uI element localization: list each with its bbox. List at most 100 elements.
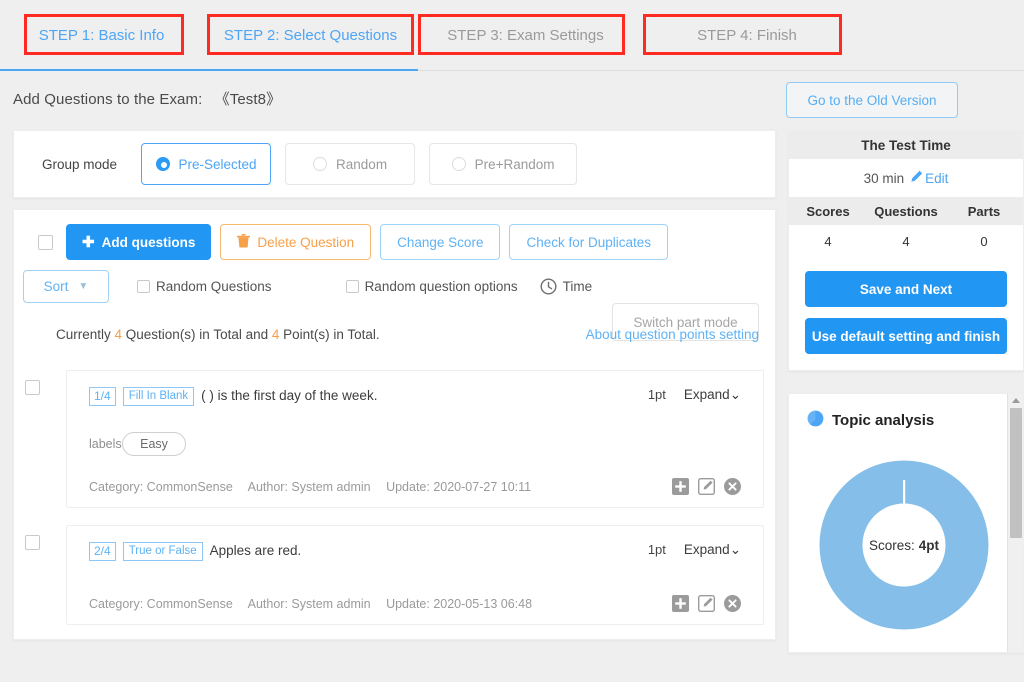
topic-analysis-title: Topic analysis xyxy=(832,412,935,429)
save-and-next-button[interactable]: Save and Next xyxy=(805,271,1007,307)
step-tab-label: STEP 1: Basic Info xyxy=(38,27,165,44)
step-tab-label: STEP 4: Finish xyxy=(697,27,797,44)
step-navigation-bar: STEP 1: Basic Info STEP 2: Select Questi… xyxy=(0,0,1024,72)
plus-icon: ✚ xyxy=(82,234,95,251)
summary-suffix: Point(s) in Total. xyxy=(279,327,380,342)
question-difficulty-pill: Easy xyxy=(122,432,186,456)
stats-value-row: 4 4 0 xyxy=(789,225,1023,257)
time-label: Time xyxy=(562,279,593,294)
question-action-icons xyxy=(672,595,741,612)
stats-header-parts: Parts xyxy=(967,203,1001,219)
random-question-options-checkbox-row[interactable]: Random question options xyxy=(345,279,518,294)
stats-header-row: Scores Questions Parts xyxy=(789,197,1023,225)
scrollbar-thumb[interactable] xyxy=(1010,408,1022,538)
exam-name: 《Test8》 xyxy=(214,91,282,108)
donut-center-text: Scores: xyxy=(868,537,915,553)
left-column: Group mode Pre-Selected Random Pre+Rando… xyxy=(13,130,776,640)
step-tab-exam-settings[interactable]: STEP 3: Exam Settings xyxy=(418,0,633,71)
step-bar-divider xyxy=(418,70,1024,71)
step-tab-label: STEP 2: Select Questions xyxy=(223,27,398,44)
active-step-underline xyxy=(0,69,418,71)
add-icon[interactable] xyxy=(672,478,689,495)
question-meta-row: Category: CommonSense Author: System adm… xyxy=(89,595,741,612)
group-mode-option-label: Random xyxy=(336,156,388,172)
add-questions-label: Add questions xyxy=(101,234,196,250)
random-questions-checkbox[interactable] xyxy=(137,280,150,293)
trash-icon xyxy=(237,233,251,251)
topic-analysis-header: Topic analysis xyxy=(789,394,1023,431)
summary-row: Currently 4 Question(s) in Total and 4 P… xyxy=(14,327,775,342)
random-questions-label: Random Questions xyxy=(156,279,272,294)
use-default-setting-button[interactable]: Use default setting and finish xyxy=(805,318,1007,354)
questions-panel: ✚ Add questions Delete Question Change S… xyxy=(13,209,776,640)
edit-test-time-button[interactable]: Edit xyxy=(910,170,948,186)
question-update: Update: 2020-07-27 10:11 xyxy=(386,479,532,494)
step-tab-select-questions[interactable]: STEP 2: Select Questions xyxy=(203,0,418,71)
sort-dropdown[interactable]: Sort ▼ xyxy=(23,270,109,303)
add-icon[interactable] xyxy=(672,595,689,612)
group-mode-option-random[interactable]: Random xyxy=(285,143,416,185)
donut-center-value: 4pt xyxy=(918,537,940,553)
question-text: ( ) is the first day of the week. xyxy=(201,388,378,403)
question-update: Update: 2020-05-13 06:48 xyxy=(386,596,533,611)
pencil-icon xyxy=(910,170,923,186)
check-for-duplicates-button[interactable]: Check for Duplicates xyxy=(509,224,669,260)
test-time-title: The Test Time xyxy=(789,131,1023,159)
page-title-text: Add Questions to the Exam: xyxy=(13,91,203,108)
question-labels-prefix: labels: xyxy=(89,437,126,451)
select-all-checkbox[interactable] xyxy=(38,234,53,250)
close-icon[interactable] xyxy=(724,595,741,612)
question-action-icons xyxy=(672,478,741,495)
change-score-button[interactable]: Change Score xyxy=(380,224,501,260)
question-text: Apples are red. xyxy=(209,543,302,558)
question-row: 1/4 Fill In Blank ( ) is the first day o… xyxy=(14,370,775,508)
delete-question-button[interactable]: Delete Question xyxy=(220,224,372,260)
group-mode-option-pre-random[interactable]: Pre+Random xyxy=(429,143,578,185)
chevron-down-icon: ⌄ xyxy=(729,542,741,557)
summary-question-count: 4 xyxy=(114,327,123,342)
chevron-down-icon: ⌄ xyxy=(729,387,741,402)
scroll-up-arrow-icon[interactable] xyxy=(1012,398,1020,403)
question-expand-toggle[interactable]: Expand⌄ xyxy=(684,542,741,558)
question-select-checkbox[interactable] xyxy=(25,380,40,395)
chevron-down-icon: ▼ xyxy=(78,281,89,292)
question-meta-row: Category: CommonSense Author: System adm… xyxy=(89,478,741,495)
step-tab-finish[interactable]: STEP 4: Finish xyxy=(633,0,861,71)
question-select-checkbox[interactable] xyxy=(25,535,40,550)
edit-icon[interactable] xyxy=(698,595,715,612)
question-card: 2/4 True or False Apples are red. 1pt Ex… xyxy=(66,525,764,625)
about-question-points-link[interactable]: About question points setting xyxy=(586,327,759,342)
clock-icon xyxy=(540,278,557,295)
random-question-options-checkbox[interactable] xyxy=(345,280,359,293)
time-button[interactable]: Time xyxy=(540,278,593,295)
topic-panel-scrollbar[interactable] xyxy=(1007,394,1023,652)
summary-prefix: Currently xyxy=(56,327,115,342)
close-icon[interactable] xyxy=(724,478,741,495)
question-author: Author: System admin xyxy=(247,479,371,494)
question-meta-text: Category: CommonSense Author: System adm… xyxy=(89,597,544,611)
edit-icon[interactable] xyxy=(698,478,715,495)
delete-question-label: Delete Question xyxy=(257,234,355,250)
right-sidebar: The Test Time 30 min Edit Scores Questio… xyxy=(788,130,1024,653)
question-card: 1/4 Fill In Blank ( ) is the first day o… xyxy=(66,370,764,508)
question-author: Author: System admin xyxy=(247,596,371,611)
question-expand-toggle[interactable]: Expand⌄ xyxy=(684,387,741,403)
toolbar-primary-row: ✚ Add questions Delete Question Change S… xyxy=(14,210,775,260)
group-mode-label: Group mode xyxy=(42,156,118,172)
go-to-old-version-button[interactable]: Go to the Old Version xyxy=(786,82,958,118)
question-header: 1/4 Fill In Blank ( ) is the first day o… xyxy=(89,387,741,406)
question-points: 1pt xyxy=(647,387,666,402)
question-index-badge: 2/4 xyxy=(89,542,116,561)
group-mode-option-pre-selected[interactable]: Pre-Selected xyxy=(141,143,272,185)
summary-mid: Question(s) in Total and xyxy=(122,327,272,342)
random-questions-checkbox-row[interactable]: Random Questions xyxy=(137,279,272,294)
step-tabs: STEP 1: Basic Info STEP 2: Select Questi… xyxy=(0,0,861,71)
question-row: 2/4 True or False Apples are red. 1pt Ex… xyxy=(14,525,775,625)
group-mode-panel: Group mode Pre-Selected Random Pre+Rando… xyxy=(13,130,776,198)
sort-label: Sort xyxy=(43,279,69,294)
add-questions-button[interactable]: ✚ Add questions xyxy=(66,224,212,260)
stats-header-questions: Questions xyxy=(874,203,938,219)
question-labels-row: labels: Easy xyxy=(89,432,741,456)
step-tab-basic-info[interactable]: STEP 1: Basic Info xyxy=(0,0,203,71)
step-tab-label: STEP 3: Exam Settings xyxy=(447,27,604,44)
